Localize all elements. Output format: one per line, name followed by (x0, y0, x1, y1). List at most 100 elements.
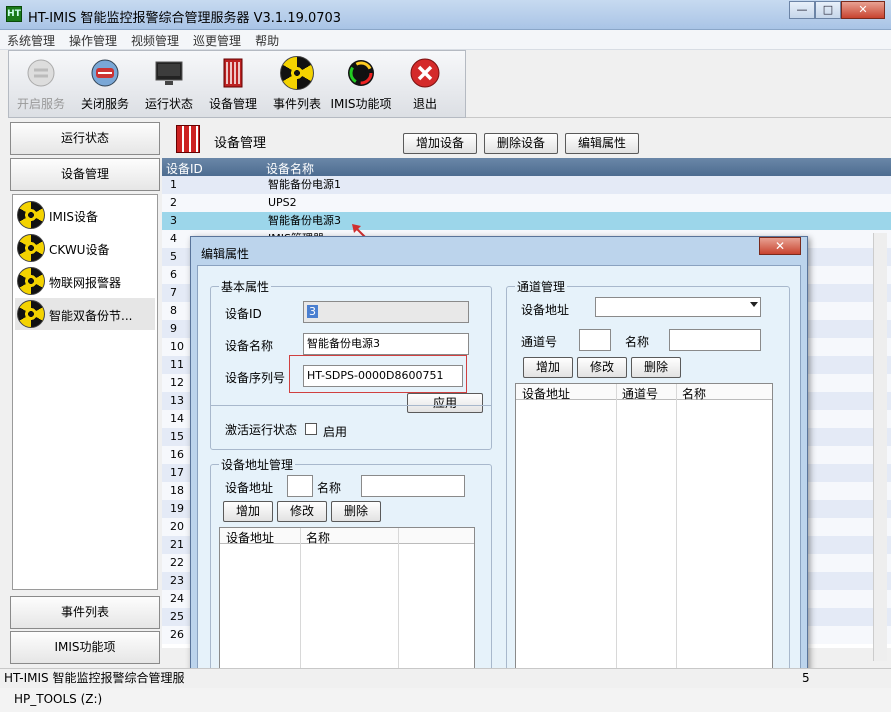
column-device-id[interactable]: 设备ID (166, 160, 203, 177)
device-type-smart-backup[interactable]: 智能双备份节... (15, 298, 155, 330)
table-header: 设备ID 设备名称 (162, 158, 891, 176)
device-name-label: 设备名称 (225, 339, 274, 353)
device-type-label: IMIS设备 (49, 210, 99, 224)
taskbar: HP_TOOLS (Z:) (0, 688, 891, 712)
cell-device-name: 智能备份电源3 (268, 214, 341, 227)
cell-device-id: 25 (170, 610, 184, 623)
table-row[interactable]: 1 智能备份电源1 (162, 176, 891, 194)
add-device-button[interactable]: 增加设备 (403, 133, 477, 154)
device-type-iot-alarm[interactable]: 物联网报警器 (15, 265, 155, 297)
dialog-body: 基本属性 设备ID 3 设备名称 智能备份电源3 设备序列号 HT-SDPS-0… (197, 265, 801, 711)
radiation-icon (17, 234, 45, 262)
event-list-button[interactable]: 事件列表 (265, 51, 329, 117)
channel-modify-button[interactable]: 修改 (577, 357, 627, 378)
exit-button[interactable]: 退出 (393, 51, 457, 117)
status-bar: HT-IMIS 智能监控报警综合管理服 5 (0, 668, 891, 688)
device-id-field[interactable]: 3 (303, 301, 469, 323)
run-status-button[interactable]: 运行状态 (137, 51, 201, 117)
column-channel: 通道号 (622, 387, 659, 401)
enable-checkbox[interactable] (305, 423, 317, 435)
dialog-close-button[interactable]: ✕ (759, 237, 801, 255)
table-row[interactable]: 2 UPS2 (162, 194, 891, 212)
column-device-name[interactable]: 设备名称 (266, 160, 314, 177)
cell-device-id: 24 (170, 592, 184, 605)
menu-operation[interactable]: 操作管理 (62, 30, 124, 49)
cell-device-id: 5 (170, 250, 177, 263)
color-wheel-icon (348, 60, 374, 86)
device-manage-button[interactable]: 设备管理 (201, 51, 265, 117)
cell-device-id: 8 (170, 304, 177, 317)
taskbar-item[interactable]: HP_TOOLS (Z:) (14, 692, 102, 706)
vertical-scrollbar[interactable] (873, 233, 887, 661)
address-grid-header: 设备地址 名称 (220, 528, 474, 545)
chevron-down-icon (750, 302, 758, 307)
channel-address-select[interactable] (595, 297, 761, 317)
maximize-button[interactable]: □ (815, 1, 841, 19)
channel-name-input[interactable] (669, 329, 761, 351)
channel-group-label: 通道管理 (515, 278, 568, 295)
nav-device-manage[interactable]: 设备管理 (10, 158, 160, 191)
highlight-box (289, 355, 467, 393)
start-service-label: 开启服务 (16, 97, 65, 111)
cell-device-id: 2 (170, 196, 177, 209)
cell-device-id: 9 (170, 322, 177, 335)
run-status-label: 运行状态 (144, 97, 193, 111)
address-add-button[interactable]: 增加 (223, 501, 273, 522)
cell-device-id: 10 (170, 340, 184, 353)
minimize-button[interactable]: — (789, 1, 815, 19)
imis-function-button[interactable]: IMIS功能项 (329, 51, 393, 117)
channel-add-button[interactable]: 增加 (523, 357, 573, 378)
channel-grid[interactable]: 设备地址 通道号 名称 (515, 383, 773, 671)
address-modify-button[interactable]: 修改 (277, 501, 327, 522)
delete-device-button[interactable]: 删除设备 (484, 133, 558, 154)
channel-group: 通道管理 设备地址 通道号 名称 增加 修改 删除 设备地址 通道号 名称 (506, 278, 790, 676)
cell-device-id: 13 (170, 394, 184, 407)
apply-button[interactable]: 应用 (407, 393, 483, 413)
nav-event-list[interactable]: 事件列表 (10, 596, 160, 629)
channel-delete-button[interactable]: 删除 (631, 357, 681, 378)
column-address: 设备地址 (226, 531, 275, 545)
column-address: 设备地址 (522, 387, 571, 401)
event-list-label: 事件列表 (272, 97, 321, 111)
device-type-label: CKWU设备 (49, 243, 110, 257)
exit-icon (410, 58, 440, 88)
device-id-value: 3 (307, 305, 318, 318)
device-type-ckwu[interactable]: CKWU设备 (15, 232, 155, 264)
nav-run-status[interactable]: 运行状态 (10, 122, 160, 155)
device-icon (176, 125, 200, 153)
device-type-imis[interactable]: IMIS设备 (15, 199, 155, 231)
device-icon (223, 58, 243, 88)
menu-help[interactable]: 帮助 (248, 30, 286, 49)
serial-label: 设备序列号 (225, 371, 286, 385)
cell-device-id: 18 (170, 484, 184, 497)
address-delete-button[interactable]: 删除 (331, 501, 381, 522)
cell-device-name: 智能备份电源1 (268, 178, 341, 191)
cell-device-id: 26 (170, 628, 184, 641)
stop-service-button[interactable]: 关闭服务 (73, 51, 137, 117)
address-input[interactable] (287, 475, 313, 497)
column-name: 名称 (682, 387, 707, 401)
cell-device-id: 23 (170, 574, 184, 587)
address-grid[interactable]: 设备地址 名称 (219, 527, 475, 669)
nav-imis-function[interactable]: IMIS功能项 (10, 631, 160, 664)
table-row[interactable]: 3 智能备份电源3 (162, 212, 891, 230)
device-name-field[interactable]: 智能备份电源3 (303, 333, 469, 355)
menu-patrol[interactable]: 巡更管理 (186, 30, 248, 49)
address-group-label: 设备地址管理 (219, 456, 296, 473)
cell-device-id: 16 (170, 448, 184, 461)
close-button[interactable]: ✕ (841, 1, 885, 19)
basic-group: 基本属性 设备ID 3 设备名称 智能备份电源3 设备序列号 HT-SDPS-0… (210, 278, 492, 450)
start-service-button[interactable]: 开启服务 (9, 51, 73, 117)
address-name-input[interactable] (361, 475, 465, 497)
monitor-icon (155, 61, 183, 85)
channel-number-input[interactable] (579, 329, 611, 351)
edit-properties-button[interactable]: 编辑属性 (565, 133, 639, 154)
menu-bar: 系统管理 操作管理 视频管理 巡更管理 帮助 (0, 30, 891, 50)
edit-properties-dialog: 编辑属性 ✕ 基本属性 设备ID 3 设备名称 智能备份电源3 设备序列号 HT… (190, 236, 808, 712)
menu-video[interactable]: 视频管理 (124, 30, 186, 49)
menu-system[interactable]: 系统管理 (0, 30, 62, 49)
toolbar-spacer (466, 50, 891, 118)
enable-checkbox-label: 启用 (323, 425, 348, 439)
cell-device-id: 21 (170, 538, 184, 551)
address-name-label: 名称 (317, 481, 342, 495)
